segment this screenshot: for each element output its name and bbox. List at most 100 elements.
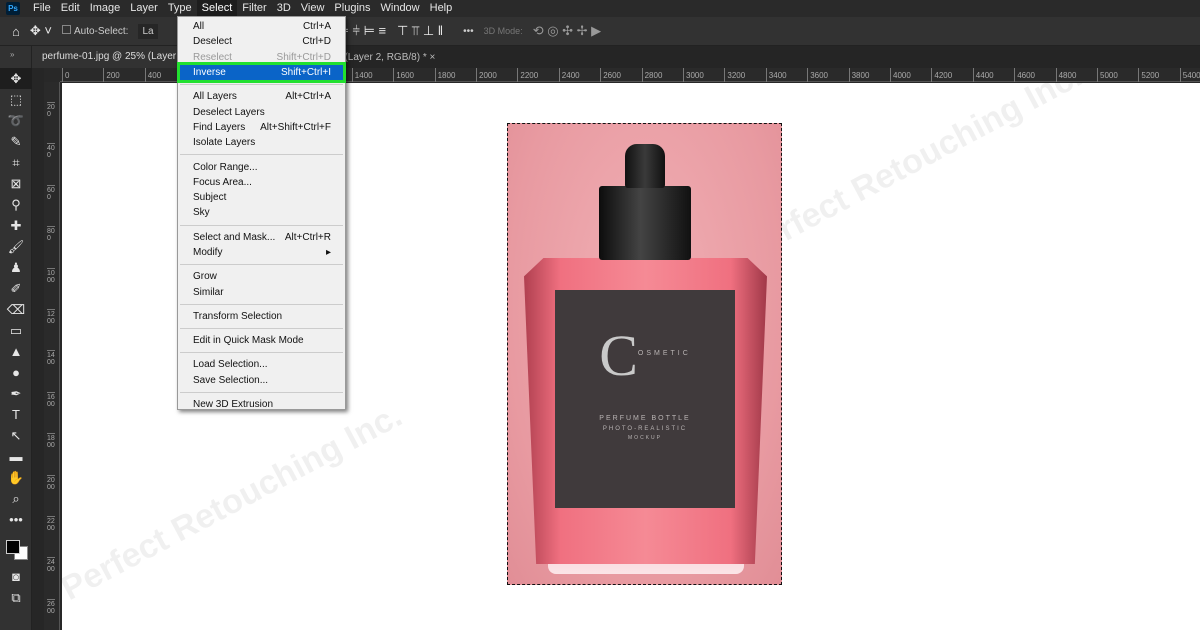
ruler-label: 600 [47, 184, 55, 201]
ruler-label: 5200 [1138, 68, 1159, 82]
rectangle-icon[interactable]: ▬ [0, 446, 32, 467]
gradient-icon[interactable]: ▭ [0, 320, 32, 341]
frame-icon[interactable]: ⊠ [0, 173, 32, 194]
photoshop-logo: Ps [6, 2, 20, 15]
ruler-label: 400 [144, 68, 161, 82]
brush-icon[interactable]: 🖌 [0, 236, 32, 257]
menu-item-select-and-mask[interactable]: Select and Mask... Alt+Ctrl+R [178, 230, 345, 245]
menu-item-label: All Layers [193, 91, 237, 103]
menu-item-isolate-layers[interactable]: Isolate Layers [178, 135, 345, 150]
crop-icon[interactable]: ⌗ [0, 152, 32, 173]
menu-item-transform-selection[interactable]: Transform Selection [178, 309, 345, 324]
3d-mode-label: 3D Mode: [483, 26, 523, 36]
perfume-photo-selection[interactable]: COSMETIC PERFUME BOTTLE PHOTO-REALISTIC … [507, 123, 782, 585]
path-select-icon[interactable]: ↖ [0, 425, 32, 446]
auto-select-label: Auto-Select: [73, 26, 129, 37]
blur-icon[interactable]: ▲ [0, 341, 32, 362]
more-icon[interactable]: ••• [0, 509, 32, 530]
zoom-icon[interactable]: ⌕ [0, 488, 32, 509]
menu-item-all[interactable]: All Ctrl+A [178, 19, 345, 34]
menu-item-focus-area[interactable]: Focus Area... [178, 175, 345, 190]
menu-separator [180, 352, 343, 354]
menu-item-all-layers[interactable]: All Layers Alt+Ctrl+A [178, 89, 345, 104]
menu-type[interactable]: Type [163, 0, 197, 17]
menu-item-label: Similar [193, 286, 224, 298]
lasso-icon[interactable]: ➰ [0, 110, 32, 131]
menu-item-inverse[interactable]: Inverse Shift+Ctrl+I [177, 61, 346, 84]
color-swatches[interactable] [0, 536, 31, 566]
tab-perfume[interactable]: perfume-01.jpg @ 25% (Layer [32, 46, 187, 68]
move-tool-icon[interactable]: ✥ ˅ [30, 23, 52, 39]
healing-icon[interactable]: ✚ [0, 215, 32, 236]
layer-dropdown[interactable]: La [138, 23, 158, 39]
menu-3d[interactable]: 3D [272, 0, 296, 17]
ruler-label: 2200 [517, 68, 538, 82]
menu-item-load-selection[interactable]: Load Selection... [178, 357, 345, 372]
ruler-label: 4000 [890, 68, 911, 82]
menu-filter[interactable]: Filter [237, 0, 271, 17]
ruler-label: 2200 [47, 516, 55, 532]
dodge-icon[interactable]: ● [0, 362, 32, 383]
marquee-icon[interactable]: ⬚ [0, 89, 32, 110]
eyedropper-icon[interactable]: ⚲ [0, 194, 32, 215]
ruler-label: 4600 [1014, 68, 1035, 82]
move-icon[interactable]: ✥ [0, 68, 32, 89]
stamp-icon[interactable]: ♟ [0, 257, 32, 278]
menu-image[interactable]: Image [85, 0, 126, 17]
quick-select-icon[interactable]: ✎ [0, 131, 32, 152]
align-icons[interactable]: ⊫ ⫩ ⊨ ≡ ⊤ ⫪ ⊥ ‖ [338, 23, 444, 39]
menu-layer[interactable]: Layer [125, 0, 163, 17]
menu-separator [180, 154, 343, 156]
ruler-label: 400 [47, 143, 55, 160]
screen-mode-icon[interactable]: ⧉ [0, 587, 32, 608]
3d-tools-icons[interactable]: ⟲ ◎ ✣ ✢ ▶ [533, 23, 601, 39]
hand-icon[interactable]: ✋ [0, 467, 32, 488]
menu-plugins[interactable]: Plugins [329, 0, 375, 17]
auto-select-checkbox[interactable]: Auto-Select: [61, 25, 129, 37]
quick-mask-icon[interactable]: ◙ [0, 566, 32, 587]
close-tab-icon[interactable]: × [430, 52, 436, 63]
ruler-label: 0 [62, 68, 69, 82]
label-line1: PERFUME BOTTLE [599, 415, 691, 422]
menu-select[interactable]: Select [196, 0, 238, 17]
menu-item-label: Color Range... [193, 161, 258, 173]
menu-item-shortcut: Ctrl+D [302, 36, 331, 48]
menu-item-save-selection[interactable]: Save Selection... [178, 373, 345, 388]
menu-item-find-layers[interactable]: Find Layers Alt+Shift+Ctrl+F [178, 120, 345, 135]
menu-item-edit-in-quick-mask-mode[interactable]: Edit in Quick Mask Mode [178, 333, 345, 348]
menu-item-new-3d-extrusion[interactable]: New 3D Extrusion [178, 397, 345, 412]
menu-item-label: Subject [193, 192, 227, 204]
type-icon[interactable]: T [0, 404, 32, 425]
menu-item-deselect-layers[interactable]: Deselect Layers [178, 104, 345, 119]
ruler-label: 3800 [848, 68, 869, 82]
menu-item-shortcut: Alt+Ctrl+A [285, 91, 331, 103]
menu-help[interactable]: Help [425, 0, 458, 17]
ruler-label: 1400 [351, 68, 373, 82]
ruler-label: 4200 [931, 68, 952, 82]
menu-item-label: Deselect [193, 36, 232, 48]
menu-view[interactable]: View [296, 0, 330, 17]
menu-item-grow[interactable]: Grow [178, 269, 345, 284]
menu-item-label: Modify [193, 247, 223, 258]
select-menu-dropdown: All Ctrl+A Deselect Ctrl+D Reselect Shift+Ctr… [177, 16, 346, 410]
menu-edit[interactable]: Edit [56, 0, 85, 17]
menu-item-deselect[interactable]: Deselect Ctrl+D [178, 34, 345, 49]
menu-file[interactable]: File [28, 0, 56, 17]
menu-item-label: Load Selection... [193, 359, 268, 371]
bottle-label: COSMETIC PERFUME BOTTLE PHOTO-REALISTIC … [555, 290, 735, 508]
ruler-label: 3000 [683, 68, 704, 82]
eraser-icon[interactable]: ⌫ [0, 299, 32, 320]
menu-item-color-range[interactable]: Color Range... [178, 159, 345, 174]
menu-window[interactable]: Window [376, 0, 425, 17]
menu-item-similar[interactable]: Similar [178, 284, 345, 299]
menu-item-modify[interactable]: Modify ▸ [178, 245, 345, 260]
collapse-icon[interactable]: » [0, 46, 31, 68]
ruler-label: 800 [47, 226, 55, 243]
home-icon[interactable]: ⌂ [12, 24, 20, 39]
more-options-button[interactable]: ••• [463, 26, 474, 37]
pen-icon[interactable]: ✒ [0, 383, 32, 404]
menu-item-label: Transform Selection [193, 310, 283, 322]
menu-item-subject[interactable]: Subject [178, 190, 345, 205]
history-brush-icon[interactable]: ✐ [0, 278, 32, 299]
menu-item-sky[interactable]: Sky [178, 205, 345, 220]
